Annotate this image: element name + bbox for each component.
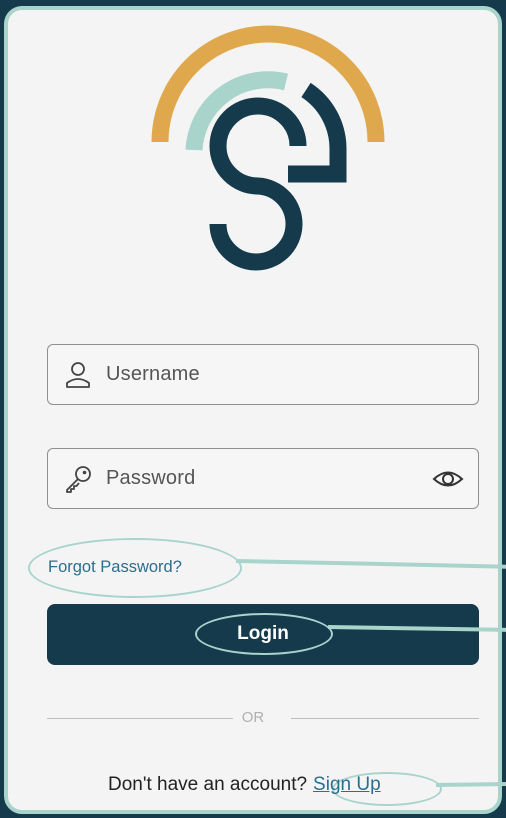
signup-prompt: Don't have an account? [108,774,308,795]
key-icon [66,466,91,493]
login-card: Username Password Forgot Password? Login… [4,6,502,814]
password-field[interactable]: Password [47,448,479,509]
username-placeholder: Username [106,363,200,385]
user-icon [66,362,90,388]
eye-icon[interactable] [432,466,464,492]
or-label: OR [241,709,265,726]
signup-link[interactable]: Sign Up [313,774,381,795]
s-signal-logo-icon [151,25,385,271]
signup-row: Don't have an account? Sign Up [108,774,381,796]
username-field[interactable]: Username [47,344,479,405]
login-button[interactable]: Login [47,604,479,665]
forgot-password-annotation: Forgot Password? [28,538,248,598]
password-placeholder: Password [106,467,196,489]
forgot-password-link[interactable]: Forgot Password? [48,558,182,577]
